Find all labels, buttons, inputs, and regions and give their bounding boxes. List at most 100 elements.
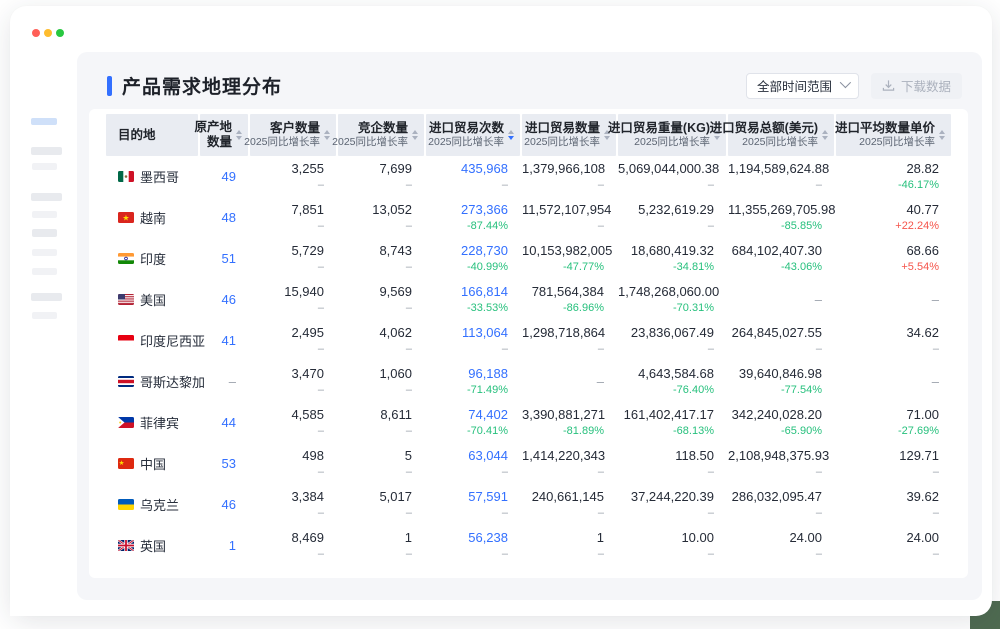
cell-metric[interactable]: 166,814-33.53% xyxy=(426,279,520,320)
sort-caret-up-icon[interactable] xyxy=(508,130,514,134)
cell-metric: 129.71– xyxy=(836,443,951,484)
column-header-8[interactable]: 进口贸易总额(美元)2025同比增长率 xyxy=(728,114,834,156)
costa-rica-flag-icon xyxy=(118,376,134,387)
table-row: 菲律宾444,585–8,611–74,402-70.41%3,390,881,… xyxy=(106,402,951,443)
column-header-9[interactable]: 进口平均数量单价2025同比增长率 xyxy=(836,114,951,156)
table-row: 墨西哥493,255–7,699–435,968–1,379,966,108–5… xyxy=(106,156,951,197)
sort-caret-down-icon[interactable] xyxy=(324,136,330,140)
minimize-window-icon[interactable] xyxy=(44,29,52,37)
table-header: 目的地 原产地数量客户数量2025同比增长率竞企数量2025同比增长率进口贸易次数… xyxy=(106,114,951,156)
cell-origin-count[interactable]: 49 xyxy=(200,156,248,197)
sort-carets-icon[interactable] xyxy=(822,130,828,140)
cell-metric[interactable]: 57,591– xyxy=(426,484,520,525)
cell-metric: 2,108,948,375.93– xyxy=(728,443,834,484)
cell-metric: 5,232,619.29– xyxy=(618,197,726,238)
cell-metric[interactable]: 56,238– xyxy=(426,525,520,566)
table-row: 英国18,469–1–56,238–1–10.00–24.00–24.00– xyxy=(106,525,951,566)
sort-caret-down-icon[interactable] xyxy=(508,136,514,140)
column-header-label: 进口平均数量单价2025同比增长率 xyxy=(835,121,935,149)
cell-destination: 美国 xyxy=(106,279,198,320)
column-header-label: 目的地 xyxy=(118,128,156,143)
indonesia-flag-icon xyxy=(118,335,134,346)
cell-origin-count[interactable]: 46 xyxy=(200,279,248,320)
page-title: 产品需求地理分布 xyxy=(122,72,282,99)
cell-metric: 1– xyxy=(522,525,616,566)
cell-metric: 2,495– xyxy=(250,320,336,361)
cell-metric: 24.00– xyxy=(728,525,834,566)
download-data-button[interactable]: 下载数据 xyxy=(871,73,962,99)
sort-carets-icon[interactable] xyxy=(324,130,330,140)
sort-caret-up-icon[interactable] xyxy=(324,130,330,134)
sidebar-skeleton-item[interactable] xyxy=(31,293,62,301)
cell-metric: 5,017– xyxy=(338,484,424,525)
sidebar-skeleton-item[interactable] xyxy=(31,147,62,155)
cell-metric[interactable]: 96,188-71.49% xyxy=(426,361,520,402)
cell-origin-count[interactable]: 51 xyxy=(200,238,248,279)
cell-origin-count[interactable]: 53 xyxy=(200,443,248,484)
cell-metric: 8,469– xyxy=(250,525,336,566)
cell-metric[interactable]: 228,730-40.99% xyxy=(426,238,520,279)
column-header-2[interactable]: 原产地数量 xyxy=(200,114,248,156)
sort-carets-icon[interactable] xyxy=(939,130,945,140)
cell-metric: 3,384– xyxy=(250,484,336,525)
sidebar-skeleton-item[interactable] xyxy=(32,229,57,237)
sidebar-skeleton-item[interactable] xyxy=(32,268,57,275)
cell-metric: 1,194,589,624.88– xyxy=(728,156,834,197)
close-window-icon[interactable] xyxy=(32,29,40,37)
sidebar-skeleton-item[interactable] xyxy=(31,193,62,201)
column-header-4[interactable]: 竞企数量2025同比增长率 xyxy=(338,114,424,156)
cell-metric[interactable]: 74,402-70.41% xyxy=(426,402,520,443)
sort-caret-down-icon[interactable] xyxy=(939,136,945,140)
table-row: 美国4615,940–9,569–166,814-33.53%781,564,3… xyxy=(106,279,951,320)
sort-carets-icon[interactable] xyxy=(508,130,514,140)
cell-origin-count[interactable]: 1 xyxy=(200,525,248,566)
sort-caret-up-icon[interactable] xyxy=(939,130,945,134)
sort-caret-down-icon[interactable] xyxy=(236,136,242,140)
cell-origin-count[interactable]: 44 xyxy=(200,402,248,443)
sort-carets-icon[interactable] xyxy=(236,130,242,140)
cell-metric: 68.66+5.54% xyxy=(836,238,951,279)
column-header-5[interactable]: 进口贸易次数2025同比增长率 xyxy=(426,114,520,156)
sidebar-skeleton-item-active[interactable] xyxy=(31,118,57,125)
cell-origin-count[interactable]: 41 xyxy=(200,320,248,361)
cell-destination: 印度尼西亚 xyxy=(106,320,198,361)
cell-origin-count[interactable]: 46 xyxy=(200,484,248,525)
cell-metric: – xyxy=(836,279,951,320)
sort-caret-up-icon[interactable] xyxy=(412,130,418,134)
cell-metric: 8,611– xyxy=(338,402,424,443)
cell-metric[interactable]: 435,968– xyxy=(426,156,520,197)
cell-metric: 1,060– xyxy=(338,361,424,402)
cell-origin-count: – xyxy=(200,361,248,402)
column-header-label: 进口贸易次数2025同比增长率 xyxy=(428,121,504,149)
cell-metric: 1,748,268,060.00-70.31% xyxy=(618,279,726,320)
table-card: 目的地 原产地数量客户数量2025同比增长率竞企数量2025同比增长率进口贸易次数… xyxy=(89,109,968,578)
cell-metric[interactable]: 63,044– xyxy=(426,443,520,484)
sidebar-skeleton-item[interactable] xyxy=(32,211,57,218)
sidebar-skeleton-item[interactable] xyxy=(32,163,57,170)
column-header-label: 进口贸易总额(美元)2025同比增长率 xyxy=(710,121,818,149)
sidebar-skeleton-item[interactable] xyxy=(32,312,57,319)
cell-metric[interactable]: 113,064– xyxy=(426,320,520,361)
cell-metric: 264,845,027.55– xyxy=(728,320,834,361)
main-panel: 产品需求地理分布 全部时间范围 下载数据 xyxy=(77,52,982,600)
column-header-1: 目的地 xyxy=(106,114,198,156)
sort-caret-up-icon[interactable] xyxy=(822,130,828,134)
time-range-select[interactable]: 全部时间范围 xyxy=(746,73,859,99)
sort-carets-icon[interactable] xyxy=(412,130,418,140)
column-header-label: 竞企数量2025同比增长率 xyxy=(332,121,408,149)
column-header-label: 进口贸易数量2025同比增长率 xyxy=(524,121,600,149)
sort-caret-down-icon[interactable] xyxy=(412,136,418,140)
cell-destination: 印度 xyxy=(106,238,198,279)
column-header-6[interactable]: 进口贸易数量2025同比增长率 xyxy=(522,114,616,156)
sort-caret-down-icon[interactable] xyxy=(822,136,828,140)
column-header-3[interactable]: 客户数量2025同比增长率 xyxy=(250,114,336,156)
cell-origin-count[interactable]: 48 xyxy=(200,197,248,238)
sidebar-skeleton-item[interactable] xyxy=(32,249,57,256)
table-row: ★越南487,851–13,052–273,366-87.44%11,572,1… xyxy=(106,197,951,238)
cell-metric[interactable]: 273,366-87.44% xyxy=(426,197,520,238)
cell-metric: 13,052– xyxy=(338,197,424,238)
download-icon xyxy=(882,79,895,92)
sort-caret-up-icon[interactable] xyxy=(236,130,242,134)
geo-distribution-table: 目的地 原产地数量客户数量2025同比增长率竞企数量2025同比增长率进口贸易次数… xyxy=(104,114,953,566)
maximize-window-icon[interactable] xyxy=(56,29,64,37)
